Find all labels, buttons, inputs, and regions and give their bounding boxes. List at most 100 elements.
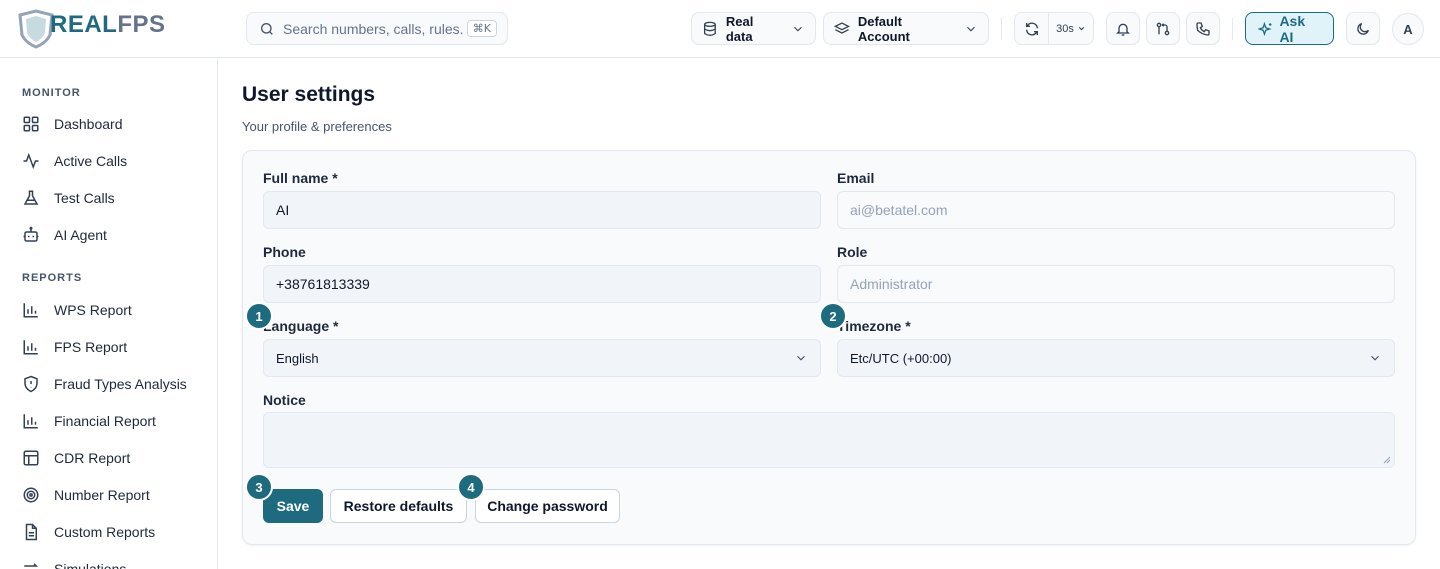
ask-ai-label: Ask AI: [1279, 12, 1306, 45]
sidebar-section-monitor: MONITOR: [22, 87, 81, 99]
sidebar-item-label: Financial Report: [54, 413, 156, 429]
sidebar-item-label: WPS Report: [54, 302, 132, 318]
timezone-label: Timezone *: [837, 318, 911, 334]
data-source-label: Real data: [725, 13, 754, 44]
full-name-field[interactable]: AI: [263, 191, 821, 229]
bar-chart-icon: [23, 340, 38, 355]
activity-icon: [23, 152, 39, 170]
bar-chart-icon: [23, 414, 38, 429]
data-source-select[interactable]: Real data: [691, 12, 816, 45]
database-icon: [703, 21, 716, 36]
sidebar-item-financial-report[interactable]: Financial Report: [22, 408, 202, 434]
sidebar-item-test-calls[interactable]: Test Calls: [22, 185, 202, 211]
sidebar-item-label: Active Calls: [54, 153, 128, 169]
language-value: English: [276, 350, 319, 366]
table-icon: [23, 450, 39, 466]
language-label: Language *: [263, 318, 339, 334]
sidebar-item-label: Fraud Types Analysis: [54, 376, 187, 392]
phone-button[interactable]: [1186, 12, 1220, 45]
page-subtitle: Your profile & preferences: [242, 119, 392, 134]
sidebar-item-fraud-types-analysis[interactable]: Fraud Types Analysis: [22, 371, 202, 397]
layers-icon: [834, 21, 850, 34]
role-field: Administrator: [837, 265, 1395, 303]
sidebar: MONITOR Dashboard Active Calls Test Call…: [0, 58, 218, 569]
chevron-down-icon: [967, 26, 975, 32]
flask-icon: [23, 190, 39, 205]
top-header: REALFPS ⌘K Real data Default Account 30s: [0, 0, 1440, 58]
sidebar-item-number-report[interactable]: Number Report: [22, 482, 202, 508]
sidebar-item-label: AI Agent: [54, 227, 107, 243]
sidebar-item-label: FPS Report: [54, 339, 128, 355]
sidebar-item-label: Simulations: [54, 561, 127, 569]
refresh-interval-select[interactable]: 30s: [1049, 13, 1093, 44]
timezone-select[interactable]: Etc/UTC (+00:00): [837, 339, 1395, 377]
sparkles-icon: [1258, 21, 1272, 36]
account-label: Default Account: [857, 13, 910, 44]
brand-real: REAL: [50, 11, 118, 38]
bell-icon: [1116, 23, 1130, 36]
sidebar-item-dashboard[interactable]: Dashboard: [22, 111, 202, 137]
header-divider: [1001, 18, 1002, 40]
refresh-button[interactable]: [1015, 13, 1049, 44]
refresh-icon: [1025, 22, 1038, 35]
chevron-down-icon: [797, 355, 805, 361]
phone-icon: [1196, 21, 1210, 36]
search-icon: [261, 22, 273, 35]
sidebar-item-active-calls[interactable]: Active Calls: [22, 148, 202, 174]
resize-grip-icon[interactable]: [1383, 456, 1391, 464]
account-select[interactable]: Default Account: [823, 12, 989, 45]
ask-ai-button[interactable]: Ask AI: [1245, 12, 1334, 45]
chevron-down-icon: [794, 26, 802, 32]
global-search[interactable]: ⌘K: [246, 12, 508, 45]
marker-badge-2: 2: [819, 302, 847, 330]
notice-label: Notice: [263, 392, 306, 408]
arrows-icon: [24, 563, 39, 567]
sidebar-item-fps-report[interactable]: FPS Report: [22, 334, 202, 360]
phone-field[interactable]: +38761813339: [263, 265, 821, 303]
sidebar-item-label: CDR Report: [54, 450, 131, 466]
marker-badge-3: 3: [245, 473, 273, 501]
sidebar-section-reports: REPORTS: [22, 272, 83, 284]
email-field: ai@betatel.com: [837, 191, 1395, 229]
brand-fps: FPS: [117, 11, 166, 38]
bot-icon: [23, 226, 39, 242]
email-label: Email: [837, 170, 875, 186]
sidebar-item-custom-reports[interactable]: Custom Reports: [22, 519, 202, 545]
marker-badge-1: 1: [245, 302, 273, 330]
notifications-button[interactable]: [1106, 12, 1140, 45]
save-button[interactable]: Save: [263, 489, 323, 523]
search-input[interactable]: [283, 20, 463, 37]
sidebar-item-label: Test Calls: [54, 190, 115, 206]
brand-name: REALFPS: [50, 13, 166, 37]
header-divider: [1232, 18, 1233, 40]
sidebar-item-wps-report[interactable]: WPS Report: [22, 297, 202, 323]
search-shortcut: ⌘K: [466, 20, 497, 37]
chevron-down-icon: [1078, 26, 1085, 31]
theme-toggle[interactable]: [1346, 12, 1380, 45]
user-avatar[interactable]: A: [1392, 13, 1424, 45]
sidebar-item-cdr-report[interactable]: CDR Report: [22, 445, 202, 471]
sidebar-item-ai-agent[interactable]: AI Agent: [22, 222, 202, 248]
git-compare-button[interactable]: [1146, 12, 1180, 45]
bar-chart-icon: [23, 303, 38, 318]
shield-alert-icon: [24, 375, 38, 393]
refresh-control: 30s: [1014, 12, 1094, 45]
file-text-icon: [25, 523, 37, 541]
full-name-label: Full name *: [263, 170, 338, 186]
logo[interactable]: REALFPS: [16, 9, 166, 49]
language-select[interactable]: English: [263, 339, 821, 377]
sidebar-item-label: Dashboard: [54, 116, 123, 132]
notice-textarea[interactable]: [263, 412, 1395, 468]
page-title: User settings: [242, 83, 376, 106]
change-password-button[interactable]: Change password: [475, 489, 620, 523]
chevron-down-icon: [1371, 355, 1379, 361]
role-label: Role: [837, 244, 868, 260]
moon-icon: [1357, 22, 1369, 35]
restore-defaults-button[interactable]: Restore defaults: [330, 489, 467, 523]
timezone-value: Etc/UTC (+00:00): [850, 350, 952, 366]
sidebar-item-label: Custom Reports: [54, 524, 156, 540]
grid-icon: [23, 116, 39, 132]
sidebar-item-label: Number Report: [54, 487, 150, 503]
phone-label: Phone: [263, 244, 306, 260]
sidebar-item-simulations[interactable]: Simulations: [22, 556, 202, 569]
